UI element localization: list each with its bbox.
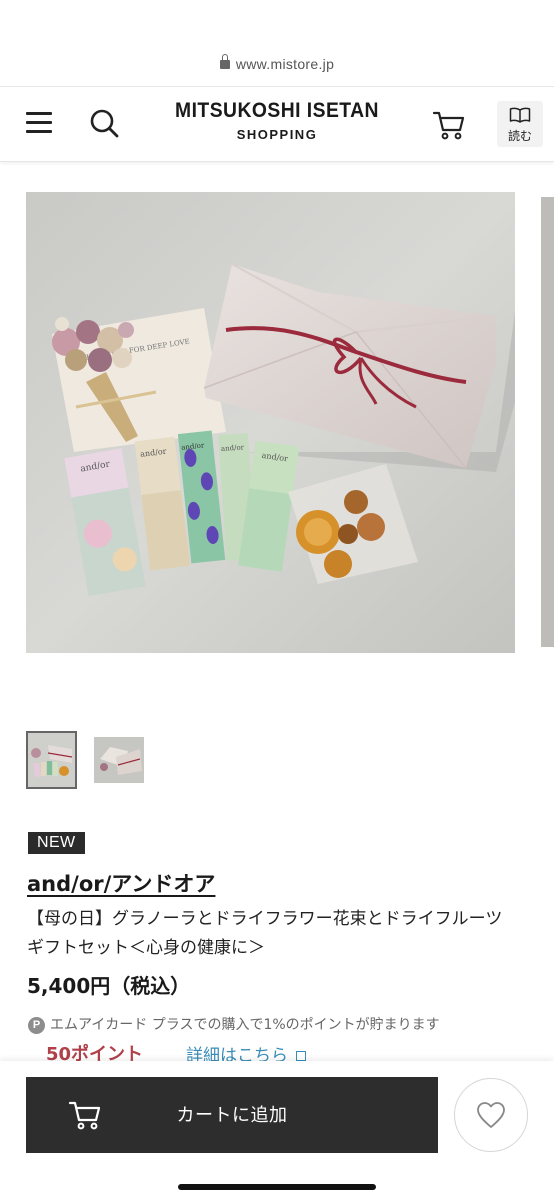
product-price: 5,400円（税込） [27,974,191,998]
read-label: 読む [507,129,532,143]
url-display[interactable]: www.mistore.jp [0,54,554,72]
logo-sub-text: SHOPPING [236,127,318,142]
logo-main-text: MITSUKOSHI ISETAN [175,99,379,122]
favorite-button[interactable] [454,1078,528,1152]
new-badge: NEW [28,832,85,854]
product-main-image[interactable]: THANK YOU FOR DEEP LOVE and/or and/or an… [26,192,515,653]
add-to-cart-button[interactable]: カートに追加 [26,1077,438,1153]
external-link-icon [296,1051,306,1061]
read-button[interactable]: 読む [497,101,543,147]
heart-icon [477,1102,505,1128]
home-indicator [178,1184,376,1190]
packet-label: and/or [221,443,245,453]
browser-url-bar: www.mistore.jp [0,0,554,86]
lock-icon [219,54,230,69]
points-icon: P [28,1017,45,1034]
url-text: www.mistore.jp [235,56,335,72]
points-note: P エムアイカード プラスでの購入で1%のポイントが貯まります [28,1014,440,1034]
next-product-image-peek[interactable] [541,197,554,647]
thumbnail-2[interactable] [94,737,144,783]
brand-link[interactable]: and/or/アンドオア [27,868,215,898]
hamburger-menu-icon[interactable] [26,112,52,136]
add-to-cart-label: カートに追加 [176,1105,288,1126]
product-title: 【母の日】グラノーラとドライフラワー花束とドライフルーツ ギフトセット＜心身の健… [27,909,520,958]
thumbnail-1[interactable] [26,731,77,789]
bottom-action-bar: カートに追加 [0,1061,554,1200]
search-icon[interactable] [90,109,120,139]
site-logo[interactable]: MITSUKOSHI ISETAN SHOPPING [160,99,394,142]
site-header: MITSUKOSHI ISETAN SHOPPING 読む [0,86,554,162]
points-note-text: エムアイカード プラスでの購入で1%のポイントが貯まります [50,1017,440,1033]
book-icon [509,107,531,123]
cart-icon[interactable] [432,109,466,141]
